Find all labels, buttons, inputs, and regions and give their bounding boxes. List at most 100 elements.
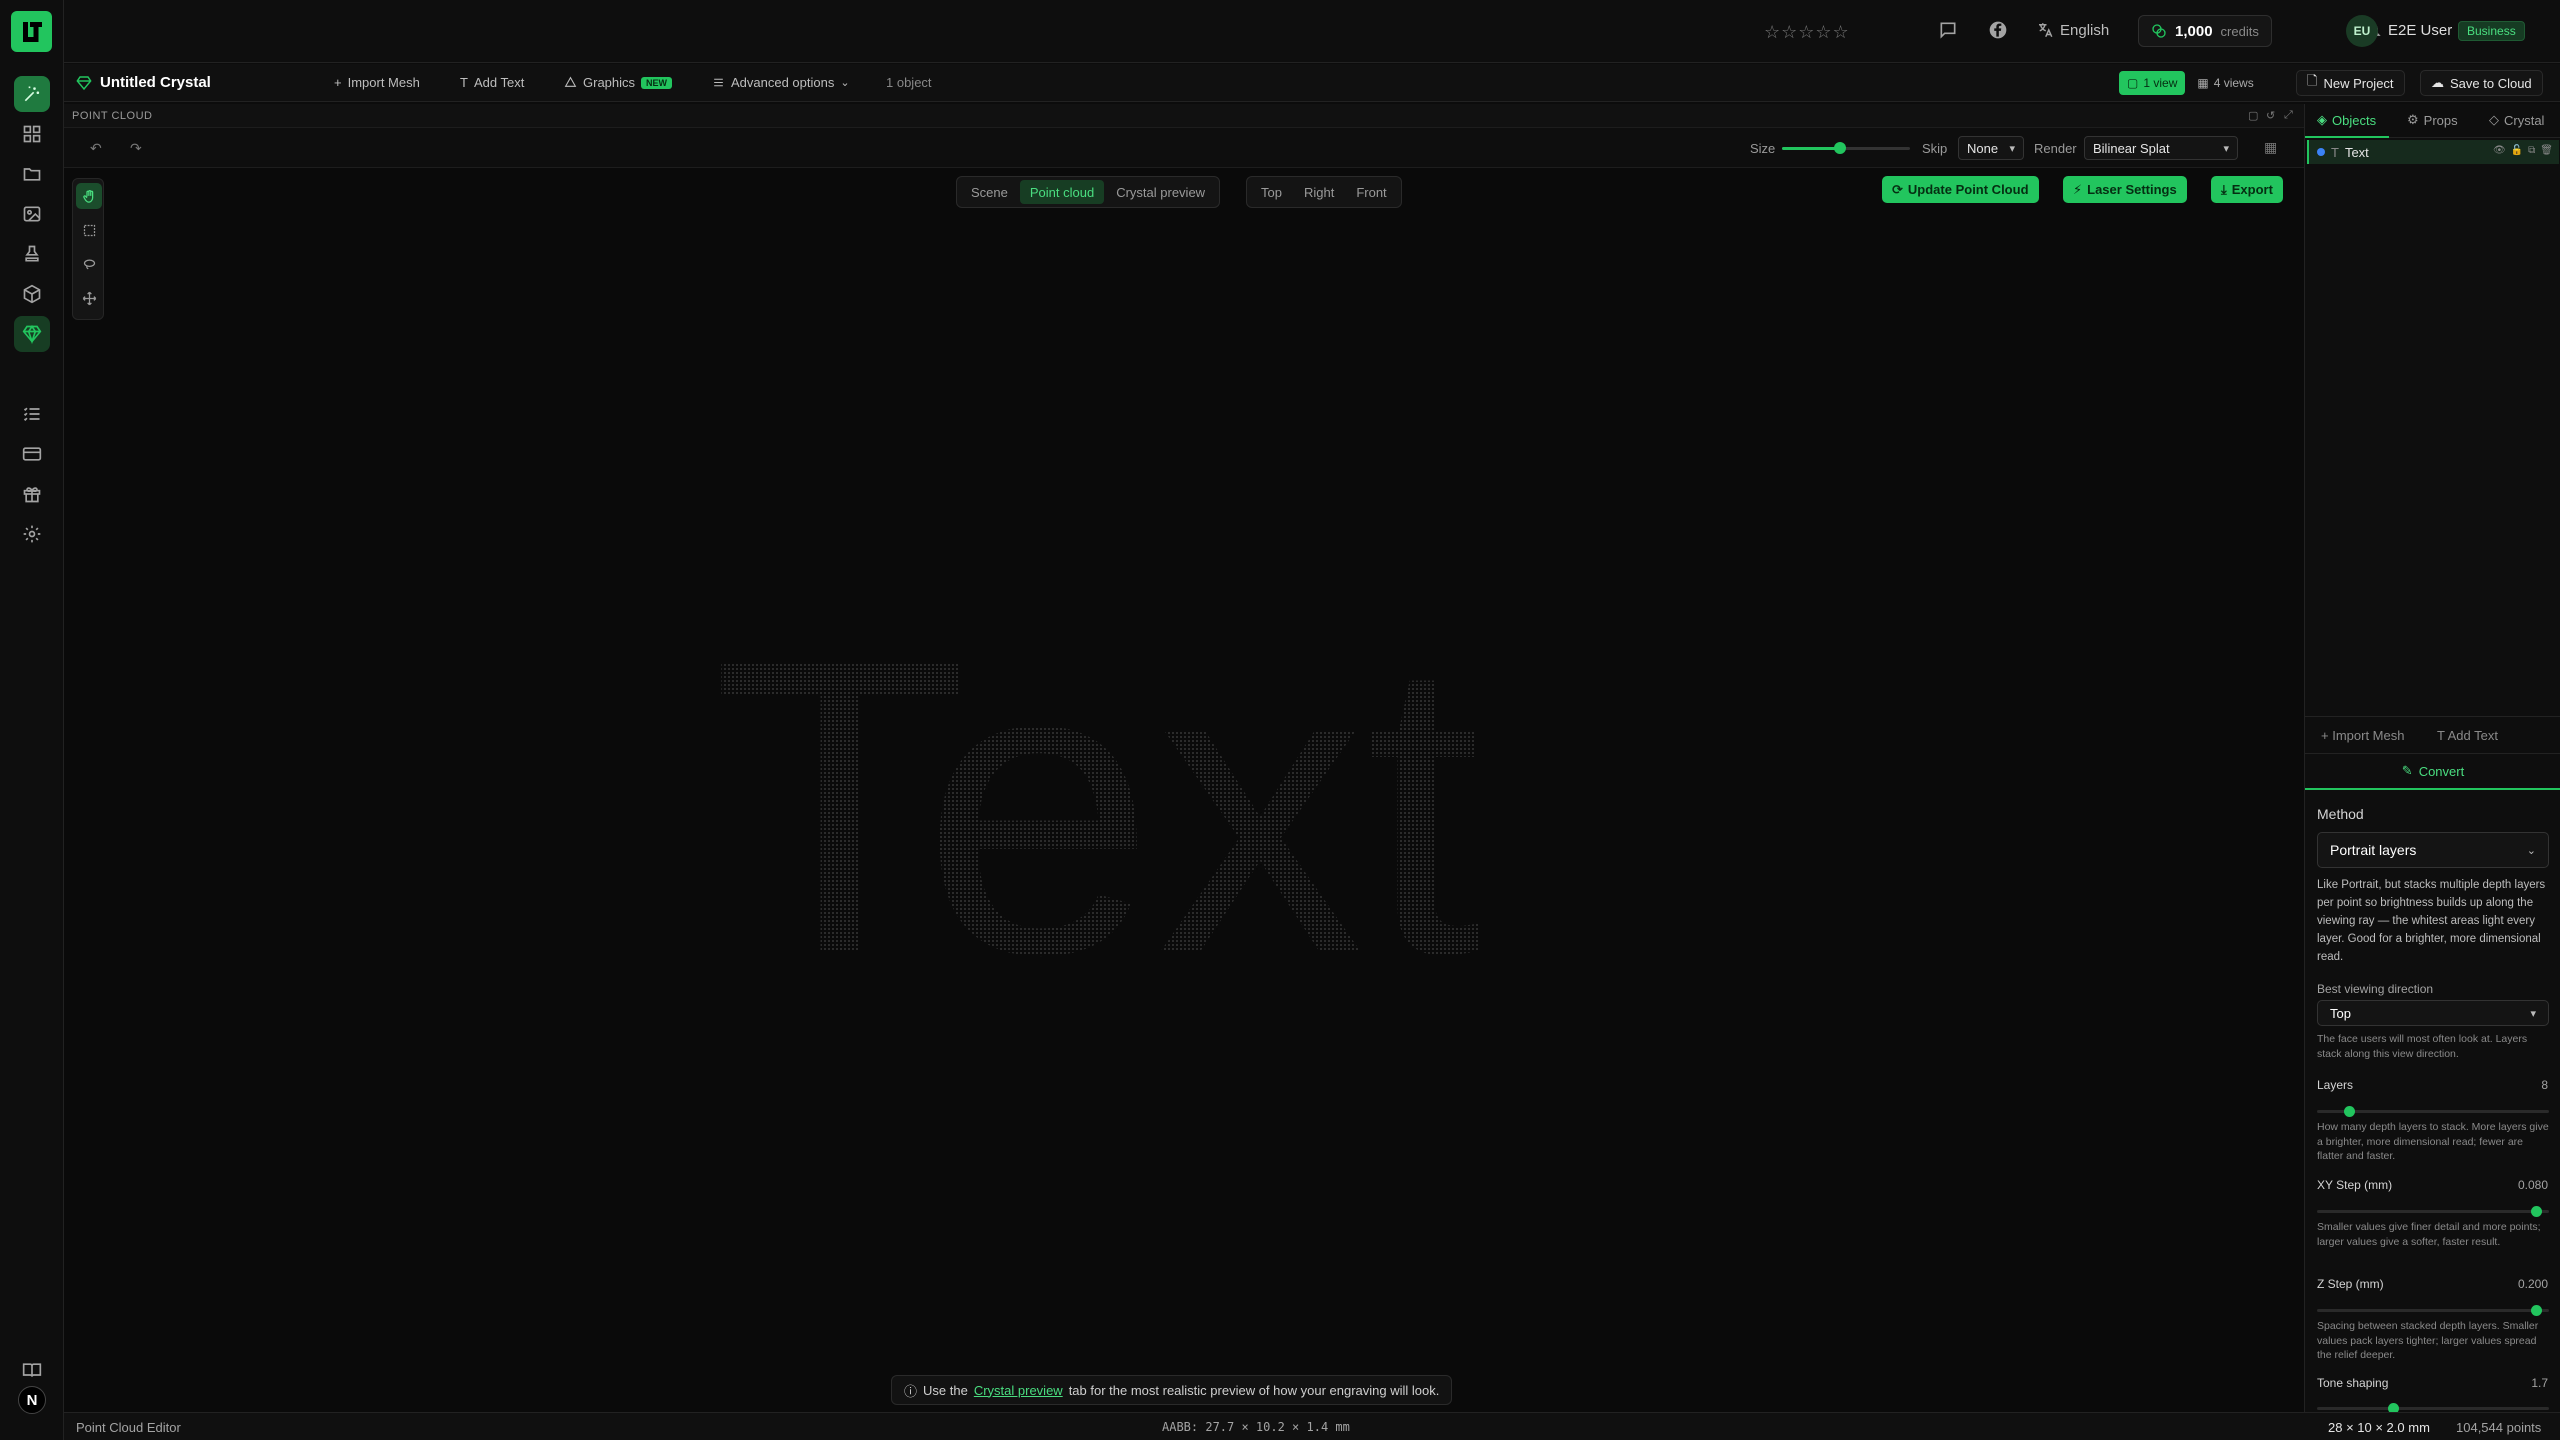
language-selector[interactable]: English bbox=[2036, 21, 2109, 39]
panel-expand-icon[interactable]: ⤢ bbox=[2284, 109, 2293, 122]
panel-window-icon[interactable]: ▢ bbox=[2248, 109, 2258, 122]
rail-card-icon[interactable] bbox=[14, 436, 50, 472]
rail-image-icon[interactable] bbox=[14, 196, 50, 232]
view-tab-top[interactable]: Top bbox=[1251, 180, 1292, 204]
point-cloud-render: Text bbox=[712, 573, 1484, 1042]
right-panel: ◈ Objects ⚙ Props ◇ Crystal T Text 👁 🔓 ⧉… bbox=[2304, 104, 2560, 1414]
z-step-slider-knob[interactable] bbox=[2531, 1305, 2542, 1316]
grid-toggle-icon[interactable]: ▦ bbox=[2264, 139, 2277, 156]
rail-magic-icon[interactable] bbox=[14, 76, 50, 112]
tab-crystal[interactable]: ◇ Crystal bbox=[2489, 112, 2544, 128]
lock-icon[interactable]: 🔓 bbox=[2511, 145, 2523, 156]
credits-badge[interactable]: 1,000 credits bbox=[2138, 15, 2272, 47]
tone-shaping-label: Tone shaping bbox=[2317, 1376, 2389, 1390]
app-logo[interactable] bbox=[11, 11, 52, 52]
trash-icon[interactable]: 🗑 bbox=[2540, 145, 2553, 156]
shapes-icon bbox=[564, 76, 577, 87]
xy-step-slider-knob[interactable] bbox=[2531, 1206, 2542, 1217]
size-slider[interactable] bbox=[1782, 142, 1910, 154]
lasso-icon[interactable] bbox=[76, 251, 102, 277]
laser-settings-button[interactable]: ⚡ Laser Settings bbox=[2063, 176, 2187, 203]
method-description: Like Portrait, but stacks multiple depth… bbox=[2317, 879, 2546, 963]
rail-stamp-icon[interactable] bbox=[14, 236, 50, 272]
z-step-slider[interactable] bbox=[2317, 1305, 2549, 1316]
cloud-icon: ☁ bbox=[2431, 75, 2444, 90]
size-slider-knob[interactable] bbox=[1834, 142, 1846, 154]
rail-grid-icon[interactable] bbox=[14, 116, 50, 152]
rail-folder-icon[interactable] bbox=[14, 156, 50, 192]
rail-book-icon[interactable] bbox=[14, 1352, 50, 1388]
method-value: Portrait layers bbox=[2330, 842, 2417, 858]
four-views-button[interactable]: ▦ 4 views bbox=[2189, 71, 2261, 95]
mode-tab-scene[interactable]: Scene bbox=[961, 180, 1018, 204]
rp-add-text-button[interactable]: T Add Text bbox=[2437, 728, 2498, 743]
render-select[interactable]: Bilinear Splat ▾ bbox=[2084, 136, 2238, 160]
plan-badge: Business bbox=[2458, 21, 2525, 41]
add-text-button[interactable]: T Add Text bbox=[460, 75, 524, 90]
convert-tab[interactable]: ✎ Convert bbox=[2305, 754, 2560, 790]
advanced-options-button[interactable]: Advanced options ⌄ bbox=[712, 75, 850, 90]
rp-import-mesh-button[interactable]: + Import Mesh bbox=[2321, 728, 2404, 743]
undo-icon[interactable]: ↶ bbox=[90, 140, 102, 157]
size-slider-fill bbox=[1782, 147, 1840, 150]
object-row-text[interactable]: T Text 👁 🔓 ⧉ 🗑 bbox=[2307, 140, 2559, 164]
view-direction-select[interactable]: Top ▾ bbox=[2317, 1000, 2549, 1026]
view-tab-front[interactable]: Front bbox=[1346, 180, 1396, 204]
eye-icon[interactable]: 👁 bbox=[2493, 145, 2506, 156]
mode-tab-crystal-preview[interactable]: Crystal preview bbox=[1106, 180, 1215, 204]
object-name: Text bbox=[2344, 144, 2369, 160]
panel-reset-icon[interactable]: ↺ bbox=[2266, 109, 2275, 122]
rail-list-icon[interactable] bbox=[14, 396, 50, 432]
move-icon[interactable] bbox=[76, 285, 102, 311]
tone-shaping-slider[interactable] bbox=[2317, 1403, 2549, 1414]
rail-cube-icon[interactable] bbox=[14, 276, 50, 312]
user-avatar[interactable]: EU bbox=[2346, 15, 2378, 47]
hint-prefix: Use the bbox=[923, 1382, 968, 1398]
project-title[interactable]: Untitled Crystal bbox=[76, 74, 211, 91]
viewport-canvas[interactable]: Text Scene Point cloud Crystal preview Top… bbox=[64, 168, 2304, 1412]
square-icon: ▢ bbox=[2127, 76, 2139, 90]
layers-slider-knob[interactable] bbox=[2344, 1106, 2355, 1117]
xy-step-value: 0.080 bbox=[2517, 1178, 2548, 1192]
user-name[interactable]: E2E User bbox=[2388, 22, 2452, 39]
feedback-icon[interactable] bbox=[1938, 20, 1958, 40]
hand-tool-icon[interactable] bbox=[76, 183, 102, 209]
update-point-cloud-button[interactable]: ⟳ Update Point Cloud bbox=[1882, 176, 2039, 203]
method-select[interactable]: Portrait layers ⌄ bbox=[2317, 832, 2549, 868]
facebook-icon[interactable] bbox=[1988, 20, 2008, 40]
crystal-preview-link[interactable]: Crystal preview bbox=[974, 1383, 1063, 1398]
mode-tab-point-cloud[interactable]: Point cloud bbox=[1019, 180, 1105, 204]
view-tab-right[interactable]: Right bbox=[1294, 180, 1344, 204]
layers-slider[interactable] bbox=[2317, 1106, 2549, 1117]
save-cloud-button[interactable]: ☁ Save to Cloud bbox=[2420, 70, 2543, 96]
tone-shaping-value: 1.7 bbox=[2531, 1376, 2548, 1390]
view-direction-label: Best viewing direction bbox=[2317, 982, 2434, 996]
import-mesh-button[interactable]: + Import Mesh bbox=[334, 75, 420, 90]
download-icon: ⤓ bbox=[2221, 181, 2227, 197]
account-avatar[interactable]: N bbox=[18, 1386, 46, 1414]
skip-select[interactable]: None ▾ bbox=[1958, 136, 2024, 160]
one-view-button[interactable]: ▢ 1 view bbox=[2119, 71, 2186, 95]
xy-step-slider[interactable] bbox=[2317, 1206, 2549, 1217]
rail-gift-icon[interactable] bbox=[14, 476, 50, 512]
rail-gem-icon[interactable] bbox=[14, 316, 50, 352]
convert-label: Convert bbox=[2418, 763, 2465, 779]
redo-icon[interactable]: ↷ bbox=[130, 140, 142, 157]
tab-objects[interactable]: ◈ Objects bbox=[2317, 112, 2376, 128]
right-tabs: ◈ Objects ⚙ Props ◇ Crystal bbox=[2305, 104, 2560, 138]
copy-icon[interactable]: ⧉ bbox=[2528, 145, 2535, 156]
viewport-toolbar: ↶ ↷ Size Skip None ▾ Render Bilinear Spl… bbox=[64, 128, 2304, 168]
graphics-button[interactable]: Graphics NEW bbox=[564, 75, 673, 90]
render-label: Render bbox=[2034, 141, 2077, 156]
rating-stars[interactable]: ☆☆☆☆☆ bbox=[1764, 22, 1850, 43]
size-label: Size bbox=[1750, 141, 1776, 156]
save-cloud-label: Save to Cloud bbox=[2450, 75, 2532, 91]
credits-label: credits bbox=[2220, 23, 2259, 39]
export-button[interactable]: ⤓ Export bbox=[2211, 176, 2283, 203]
new-project-button[interactable]: 🗋 New Project bbox=[2296, 70, 2405, 96]
rect-select-icon[interactable] bbox=[76, 217, 102, 243]
tab-props[interactable]: ⚙ Props bbox=[2407, 112, 2458, 128]
rail-settings-icon[interactable] bbox=[14, 516, 50, 552]
rp-import-mesh-label: Import Mesh bbox=[2332, 728, 2405, 743]
info-icon: ⓘ bbox=[904, 1383, 918, 1399]
